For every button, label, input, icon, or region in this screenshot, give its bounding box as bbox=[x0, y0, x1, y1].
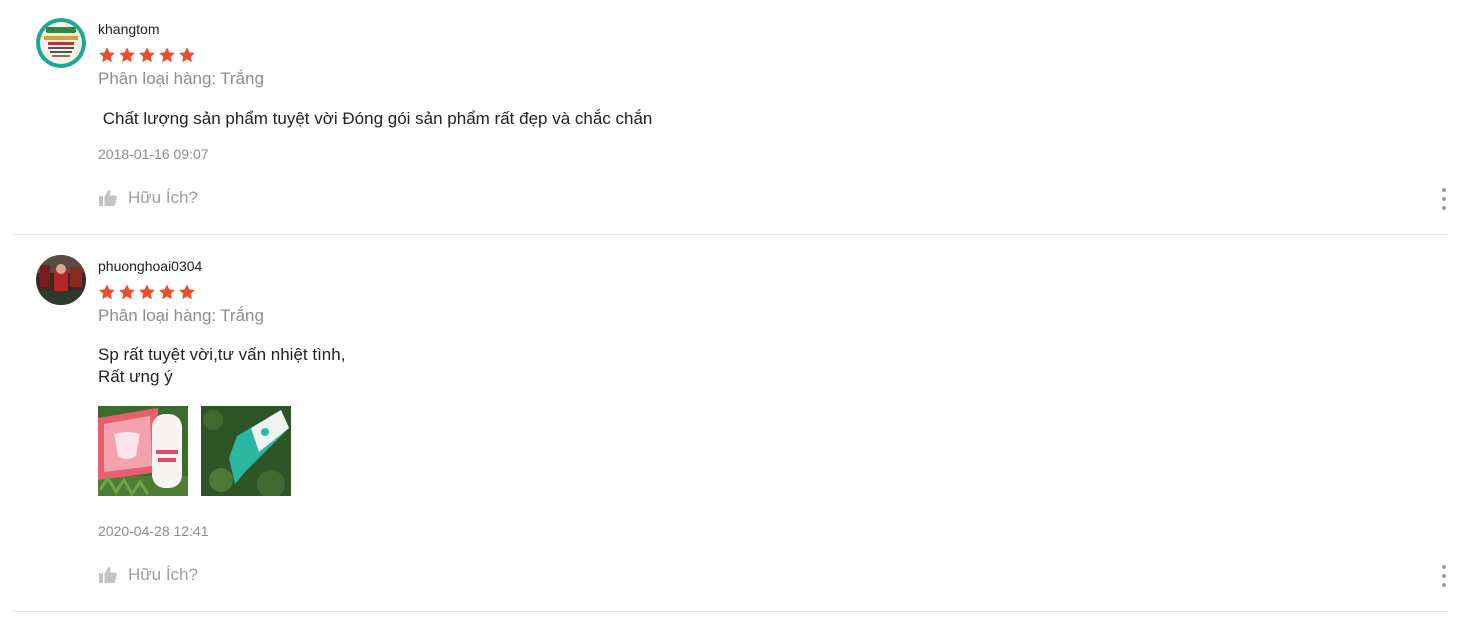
rating-stars bbox=[98, 46, 198, 64]
star-icon bbox=[159, 47, 175, 63]
star-icon bbox=[119, 284, 135, 300]
more-vertical-icon[interactable] bbox=[1440, 565, 1448, 587]
helpful-button[interactable]: Hữu Ích? bbox=[98, 188, 198, 208]
star-icon bbox=[159, 284, 175, 300]
more-dot bbox=[1442, 188, 1446, 192]
product-variation: Phân loại hàng: Trắng bbox=[98, 69, 264, 89]
author-name[interactable]: khangtom bbox=[98, 21, 159, 37]
more-dot bbox=[1442, 565, 1446, 569]
author-name[interactable]: phuonghoai0304 bbox=[98, 258, 202, 274]
avatar[interactable] bbox=[36, 18, 86, 68]
star-icon bbox=[179, 284, 195, 300]
star-icon bbox=[179, 47, 195, 63]
thumbs-up-icon bbox=[99, 190, 117, 206]
more-dot bbox=[1442, 206, 1446, 210]
helpful-label: Hữu Ích? bbox=[128, 188, 198, 207]
product-variation: Phân loại hàng: Trắng bbox=[98, 306, 264, 326]
more-vertical-icon[interactable] bbox=[1440, 188, 1448, 210]
thumbs-up-icon bbox=[99, 567, 117, 583]
review-comment: Sp rất tuyệt vời,tư vấn nhiệt tình, Rất … bbox=[98, 345, 346, 386]
star-icon bbox=[119, 47, 135, 63]
rating-stars bbox=[98, 283, 198, 301]
star-icon bbox=[99, 284, 115, 300]
variation-label: Phân loại hàng: bbox=[98, 69, 217, 88]
review-list: khangtom Phân loại hàng: Trắng Chất lượng… bbox=[0, 0, 1462, 621]
review-item: khangtom Phân loại hàng: Trắng Chất lượng… bbox=[12, 0, 1448, 235]
star-icon bbox=[139, 47, 155, 63]
review-photo[interactable] bbox=[201, 406, 291, 496]
review-photos bbox=[98, 406, 304, 496]
star-icon bbox=[99, 47, 115, 63]
avatar[interactable] bbox=[36, 255, 86, 305]
star-icon bbox=[139, 284, 155, 300]
review-comment: Chất lượng sản phẩm tuyệt vời Đóng gói s… bbox=[98, 109, 653, 128]
variation-label: Phân loại hàng: bbox=[98, 306, 217, 325]
helpful-button[interactable]: Hữu Ích? bbox=[98, 565, 198, 585]
variation-value: Trắng bbox=[220, 306, 264, 325]
more-dot bbox=[1442, 574, 1446, 578]
review-time: 2020-04-28 12:41 bbox=[98, 523, 209, 539]
variation-value: Trắng bbox=[220, 69, 264, 88]
helpful-label: Hữu Ích? bbox=[128, 565, 198, 584]
review-time: 2018-01-16 09:07 bbox=[98, 146, 209, 162]
more-dot bbox=[1442, 583, 1446, 587]
more-dot bbox=[1442, 197, 1446, 201]
review-photo[interactable] bbox=[98, 406, 188, 496]
review-item: phuonghoai0304 Phân loại hàng: Trắng Sp r… bbox=[12, 235, 1448, 612]
